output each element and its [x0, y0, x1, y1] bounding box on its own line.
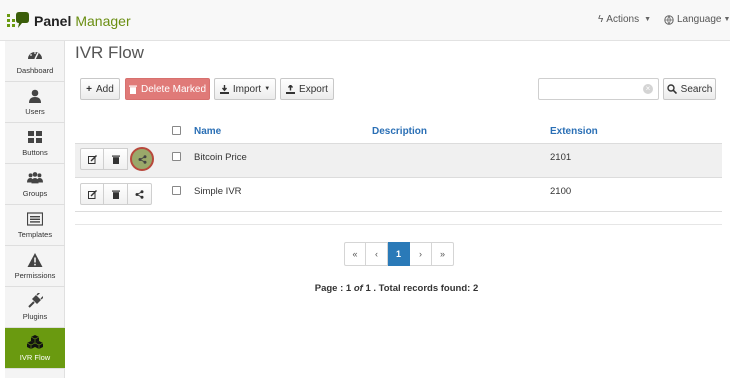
- import-label: Import: [232, 83, 262, 95]
- trash-icon: [111, 190, 120, 199]
- delete-button[interactable]: [104, 148, 128, 170]
- page-number: 1: [345, 283, 352, 294]
- page-info: Page : 1 of 1 . Total records found: 2: [0, 283, 730, 294]
- search-button-label: Search: [680, 83, 713, 95]
- pagination: « ‹ 1 › »: [344, 242, 454, 266]
- row-checkbox[interactable]: [172, 186, 181, 195]
- globe-icon: [664, 14, 674, 25]
- search-icon: [666, 84, 677, 94]
- actions-label: Actions: [606, 14, 640, 25]
- share-button[interactable]: [128, 183, 152, 205]
- clear-icon[interactable]: ×: [643, 84, 653, 94]
- column-header-description[interactable]: Description: [372, 126, 427, 137]
- warning-icon: [27, 253, 43, 267]
- edit-icon: [87, 154, 97, 164]
- column-header-extension[interactable]: Extension: [550, 126, 598, 137]
- sidebar-item-users[interactable]: Users: [5, 82, 65, 123]
- row-name: Simple IVR: [194, 186, 242, 197]
- search-input[interactable]: ×: [538, 78, 659, 100]
- brand-suffix: Manager: [75, 13, 131, 29]
- actions-menu[interactable]: ϟ Actions ▼: [598, 14, 651, 25]
- page-button-current[interactable]: 1: [388, 242, 410, 266]
- sidebar-item-buttons[interactable]: Buttons: [5, 123, 65, 164]
- chevron-down-icon: ▼: [644, 16, 652, 23]
- trash-icon: [128, 85, 137, 94]
- row-actions: [80, 183, 152, 205]
- plus-icon: +: [86, 83, 93, 95]
- next-page-button[interactable]: ›: [410, 242, 432, 266]
- edit-button[interactable]: [80, 183, 104, 205]
- sidebar-item-templates[interactable]: Templates: [5, 205, 65, 246]
- dashboard-icon: [28, 52, 42, 60]
- sidebar-item-label: Buttons: [22, 148, 48, 157]
- add-button[interactable]: + Add: [80, 78, 120, 100]
- bolt-icon: ϟ: [598, 14, 604, 25]
- sidebar-item-dashboard[interactable]: Dashboard: [5, 41, 65, 82]
- search-button[interactable]: Search: [663, 78, 716, 100]
- sidebar: Dashboard Users Buttons Groups Templates: [5, 41, 65, 378]
- sidebar-item-label: Templates: [17, 230, 53, 239]
- brand-name: Panel: [34, 13, 72, 29]
- export-button[interactable]: Export: [280, 78, 334, 100]
- sidebar-item-label: IVR Flow: [19, 353, 51, 362]
- grid-icon: [28, 131, 42, 143]
- sidebar-item-label: Permissions: [14, 271, 56, 280]
- row-extension: 2100: [550, 186, 572, 197]
- last-page-button[interactable]: »: [432, 242, 454, 266]
- sidebar-item-label: Dashboard: [16, 66, 54, 75]
- upload-icon: [286, 84, 296, 94]
- share-icon: [138, 154, 146, 164]
- brand[interactable]: Panel Manager: [7, 11, 131, 31]
- import-dropdown-button[interactable]: Import ▼: [214, 78, 276, 100]
- chevron-down-icon: ▼: [723, 16, 730, 23]
- export-label: Export: [299, 83, 328, 95]
- sidebar-item-label: Users: [25, 107, 45, 116]
- table-bottom-divider: [75, 224, 722, 225]
- select-all-checkbox[interactable]: [172, 126, 181, 135]
- sidebar-item-groups[interactable]: Groups: [5, 164, 65, 205]
- add-button-label: Add: [96, 83, 114, 95]
- download-icon: [219, 84, 229, 94]
- column-header-name[interactable]: Name: [194, 126, 221, 137]
- user-icon: [29, 89, 41, 103]
- share-button[interactable]: [130, 147, 154, 171]
- first-page-button[interactable]: «: [344, 242, 366, 266]
- sidebar-item-label: Groups: [22, 189, 48, 198]
- logo-icon: [7, 12, 29, 28]
- sidebar-item-permissions[interactable]: Permissions: [5, 246, 65, 287]
- page-info-suffix: . Total records found:: [370, 283, 473, 294]
- group-icon: [27, 172, 43, 184]
- sidebar-item-ivr-flow[interactable]: IVR Flow: [5, 328, 65, 369]
- language-menu[interactable]: Language ▼: [664, 14, 730, 25]
- row-actions: [80, 147, 154, 171]
- total-records: 2: [472, 283, 479, 294]
- row-extension: 2101: [550, 152, 572, 163]
- share-icon: [135, 189, 144, 199]
- list-icon: [27, 212, 43, 226]
- prev-page-button[interactable]: ‹: [366, 242, 388, 266]
- plug-icon: [28, 293, 43, 308]
- page-info-prefix: Page :: [314, 283, 346, 294]
- delete-marked-label: Delete Marked: [140, 83, 207, 95]
- top-navbar: Panel Manager ϟ Actions ▼ Language ▼: [0, 0, 730, 41]
- chevron-down-icon: ▼: [264, 86, 271, 92]
- page-title: IVR Flow: [75, 43, 144, 62]
- row-name: Bitcoin Price: [194, 152, 247, 163]
- row-divider: [75, 177, 722, 178]
- edit-button[interactable]: [80, 148, 104, 170]
- delete-button[interactable]: [104, 183, 128, 205]
- cubes-icon: [27, 335, 43, 349]
- trash-icon: [111, 155, 120, 164]
- delete-marked-button[interactable]: Delete Marked: [125, 78, 210, 100]
- row-divider: [75, 211, 722, 212]
- edit-icon: [87, 189, 97, 199]
- language-label: Language: [677, 14, 722, 25]
- sidebar-item-label: Plugins: [22, 312, 48, 321]
- row-checkbox[interactable]: [172, 152, 181, 161]
- page-of-word: of: [353, 283, 363, 294]
